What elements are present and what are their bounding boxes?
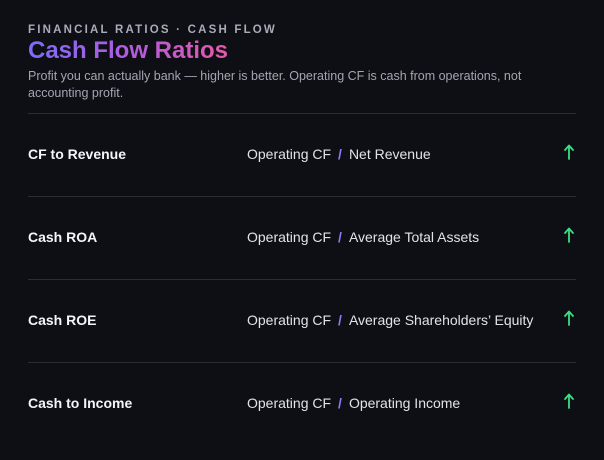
page-subtitle: Profit you can actually bank — higher is… <box>28 69 522 100</box>
ratio-name: Cash ROE <box>28 312 97 328</box>
formula-denominator: Operating Income <box>348 395 461 411</box>
ratio-formula: Operating CF / Average Total Assets <box>247 229 479 245</box>
formula-numerator: Operating CF <box>247 146 332 162</box>
ratio-row: Cash ROA Operating CF / Average Total Asse… <box>28 196 576 279</box>
ratio-formula: Operating CF / Net Revenue <box>247 146 431 162</box>
ratio-name: CF to Revenue <box>28 146 127 162</box>
formula-divider: / <box>338 312 342 328</box>
ratio-row: Cash to Income Operating CF / Operating In… <box>28 362 576 445</box>
formula-divider: / <box>338 395 342 411</box>
ratio-list: CF to Revenue Operating CF / Net Revenue C… <box>28 113 576 445</box>
formula-numerator: Operating CF <box>247 229 332 245</box>
formula-denominator: Net Revenue <box>348 146 431 162</box>
arrow-up-icon <box>564 393 574 409</box>
formula-denominator: Average Shareholders’ Equity <box>348 312 534 328</box>
formula-divider: / <box>338 146 342 162</box>
arrow-up-icon <box>564 144 574 160</box>
ratio-formula: Operating CF / Average Shareholders’ Equit… <box>247 312 533 328</box>
ratio-formula: Operating CF / Operating Income <box>247 395 460 411</box>
formula-divider: / <box>338 229 342 245</box>
formula-numerator: Operating CF <box>247 395 332 411</box>
ratio-name: Cash ROA <box>28 229 98 245</box>
ratio-name: Cash to Income <box>28 395 133 411</box>
arrow-up-icon <box>564 310 574 326</box>
arrow-up-icon <box>564 227 574 243</box>
formula-denominator: Average Total Assets <box>348 229 480 245</box>
cash-flow-ratios-page: FINANCIAL RATIOS · CASH FLOW Cash Flow R… <box>0 0 604 460</box>
ratio-row: CF to Revenue Operating CF / Net Revenue <box>28 113 576 196</box>
page-title: Cash Flow Ratios <box>28 37 229 64</box>
ratio-row: Cash ROE Operating CF / Average Shareholde… <box>28 279 576 362</box>
section-eyebrow: FINANCIAL RATIOS · CASH FLOW <box>28 24 277 36</box>
formula-numerator: Operating CF <box>247 312 332 328</box>
